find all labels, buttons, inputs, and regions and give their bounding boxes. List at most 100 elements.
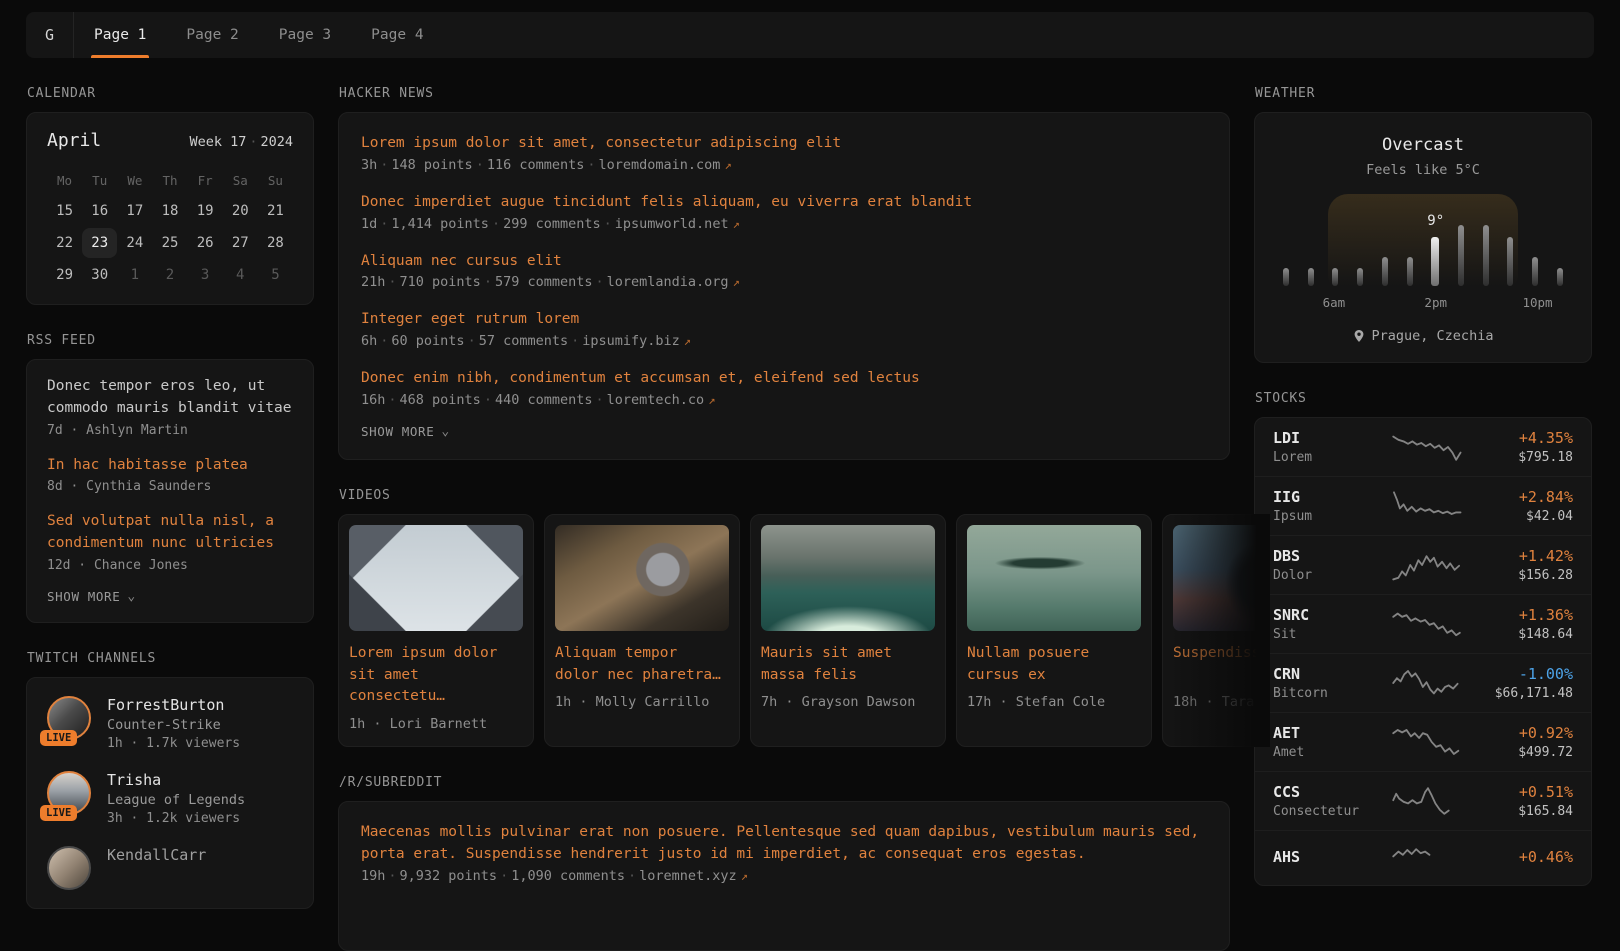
stock-symbol[interactable]: CRN [1273, 665, 1389, 683]
stock-symbol[interactable]: AET [1273, 724, 1389, 742]
video-title[interactable]: Mauris sit amet massa felis [761, 643, 935, 687]
twitch-channel-name[interactable]: KendallCarr [107, 846, 206, 864]
stock-row[interactable]: CRN Bitcorn -1.00% $66,171.48 [1255, 653, 1591, 712]
video-card[interactable]: Lorem ipsum dolor sit amet consectetu… 1… [338, 514, 534, 747]
item-domain[interactable]: loremnet.xyz [639, 868, 737, 884]
stock-row[interactable]: DBS Dolor +1.42% $156.28 [1255, 535, 1591, 594]
calendar-day[interactable]: 30 [82, 260, 117, 290]
separator-dot: · [377, 157, 391, 173]
item-comments[interactable]: 116 comments [487, 157, 585, 173]
item-domain[interactable]: loremdomain.com [599, 157, 721, 173]
stock-row[interactable]: IIG Ipsum +2.84% $42.04 [1255, 476, 1591, 535]
calendar-day-next-month[interactable]: 3 [188, 260, 223, 290]
calendar-day-next-month[interactable]: 2 [152, 260, 187, 290]
video-card[interactable]: Nullam posuere cursus ex 17h · Stefan Co… [956, 514, 1152, 747]
video-thumbnail[interactable] [967, 525, 1141, 631]
video-thumbnail[interactable] [349, 525, 523, 631]
hackernews-item-title[interactable]: Aliquam nec cursus elit [361, 251, 1207, 273]
stock-symbol[interactable]: SNRC [1273, 606, 1389, 624]
weather-bar-current [1431, 237, 1439, 286]
item-comments[interactable]: 579 comments [495, 274, 593, 290]
video-card[interactable]: Mauris sit amet massa felis 7h · Grayson… [750, 514, 946, 747]
weather-bar [1283, 268, 1289, 286]
item-domain[interactable]: loremtech.co [607, 392, 705, 408]
separator-dot: · [377, 333, 391, 349]
weather-bar [1357, 268, 1363, 286]
calendar-day[interactable]: 15 [47, 196, 82, 226]
stock-row[interactable]: SNRC Sit +1.36% $148.64 [1255, 594, 1591, 653]
video-title[interactable]: Lorem ipsum dolor sit amet consectetu… [349, 643, 523, 708]
tab-page-4[interactable]: Page 4 [351, 12, 443, 58]
item-domain[interactable]: ipsumworld.net [615, 216, 729, 232]
stock-row[interactable]: LDI Lorem +4.35% $795.18 [1255, 418, 1591, 476]
subreddit-post-title[interactable]: Maecenas mollis pulvinar erat non posuer… [361, 822, 1207, 866]
video-card[interactable]: Suspendisse diam 18h · Tara [1162, 514, 1270, 747]
tab-page-2[interactable]: Page 2 [166, 12, 258, 58]
separator-dot: · [593, 274, 607, 290]
video-thumbnail[interactable] [761, 525, 935, 631]
avatar: LIVE [47, 771, 91, 815]
calendar-day-next-month[interactable]: 1 [117, 260, 152, 290]
hackernews-item-title[interactable]: Lorem ipsum dolor sit amet, consectetur … [361, 133, 1207, 155]
calendar-day[interactable]: 26 [188, 228, 223, 258]
stock-row[interactable]: AHS +0.46% [1255, 830, 1591, 885]
calendar-day[interactable]: 29 [47, 260, 82, 290]
hackernews-item: Integer eget rutrum lorem 6h·60 points·5… [361, 309, 1207, 349]
item-comments[interactable]: 299 comments [503, 216, 601, 232]
calendar-day[interactable]: 25 [152, 228, 187, 258]
calendar-day-next-month[interactable]: 4 [223, 260, 258, 290]
stock-row[interactable]: CCS Consectetur +0.51% $165.84 [1255, 771, 1591, 830]
twitch-channel-row[interactable]: KendallCarr [47, 846, 293, 890]
twitch-channel-row[interactable]: LIVE ForrestBurton Counter-Strike 1h · 1… [47, 696, 293, 751]
video-title[interactable]: Nullam posuere cursus ex [967, 643, 1141, 687]
video-title[interactable]: Aliquam tempor dolor nec pharetra… [555, 643, 729, 687]
stock-symbol[interactable]: IIG [1273, 488, 1389, 506]
stock-row[interactable]: AET Amet +0.92% $499.72 [1255, 712, 1591, 771]
calendar-day[interactable]: 22 [47, 228, 82, 258]
twitch-channel-row[interactable]: LIVE Trisha League of Legends 3h · 1.2k … [47, 771, 293, 826]
calendar-day-selected[interactable]: 23 [82, 228, 117, 258]
stock-symbol[interactable]: DBS [1273, 547, 1389, 565]
app-logo[interactable]: G [26, 12, 74, 58]
video-meta: 18h · Tara [1173, 694, 1270, 710]
rss-item-title[interactable]: In hac habitasse platea [47, 455, 293, 477]
hackernews-item-title[interactable]: Donec imperdiet augue tincidunt felis al… [361, 192, 1207, 214]
calendar-day[interactable]: 18 [152, 196, 187, 226]
item-domain[interactable]: ipsumify.biz [582, 333, 680, 349]
calendar-day[interactable]: 20 [223, 196, 258, 226]
tab-page-3[interactable]: Page 3 [259, 12, 351, 58]
rss-show-more-button[interactable]: SHOW MORE ⌄ [47, 589, 293, 604]
stock-symbol[interactable]: AHS [1273, 848, 1389, 866]
calendar-day[interactable]: 28 [258, 228, 293, 258]
rss-item-title[interactable]: Donec tempor eros leo, ut commodo mauris… [47, 376, 293, 420]
video-title[interactable]: Suspendisse diam [1173, 643, 1270, 686]
stock-symbol[interactable]: CCS [1273, 783, 1389, 801]
hackernews-item-title[interactable]: Donec enim nibh, condimentum et accumsan… [361, 368, 1207, 390]
calendar-day-header: Su [258, 167, 293, 194]
item-comments[interactable]: 440 comments [495, 392, 593, 408]
item-comments[interactable]: 1,090 comments [511, 868, 625, 884]
calendar-day[interactable]: 27 [223, 228, 258, 258]
calendar-day-header: Tu [82, 167, 117, 194]
calendar-day[interactable]: 21 [258, 196, 293, 226]
video-thumbnail[interactable] [1173, 525, 1270, 631]
item-points: 60 points [391, 333, 464, 349]
tab-page-1[interactable]: Page 1 [74, 12, 166, 58]
item-domain[interactable]: loremlandia.org [607, 274, 729, 290]
calendar-day[interactable]: 19 [188, 196, 223, 226]
calendar-day-next-month[interactable]: 5 [258, 260, 293, 290]
calendar-day[interactable]: 24 [117, 228, 152, 258]
item-comments[interactable]: 57 comments [479, 333, 568, 349]
calendar-day[interactable]: 16 [82, 196, 117, 226]
weather-bar [1557, 268, 1563, 286]
calendar-day[interactable]: 17 [117, 196, 152, 226]
twitch-channel-name[interactable]: Trisha [107, 771, 245, 789]
hackernews-show-more-button[interactable]: SHOW MORE ⌄ [361, 424, 1207, 439]
hackernews-item-title[interactable]: Integer eget rutrum lorem [361, 309, 1207, 331]
rss-item-title[interactable]: Sed volutpat nulla nisl, a condimentum n… [47, 511, 293, 555]
twitch-channel-name[interactable]: ForrestBurton [107, 696, 240, 714]
external-link-icon: ↗ [741, 869, 748, 883]
video-thumbnail[interactable] [555, 525, 729, 631]
stock-symbol[interactable]: LDI [1273, 429, 1389, 447]
video-card[interactable]: Aliquam tempor dolor nec pharetra… 1h · … [544, 514, 740, 747]
